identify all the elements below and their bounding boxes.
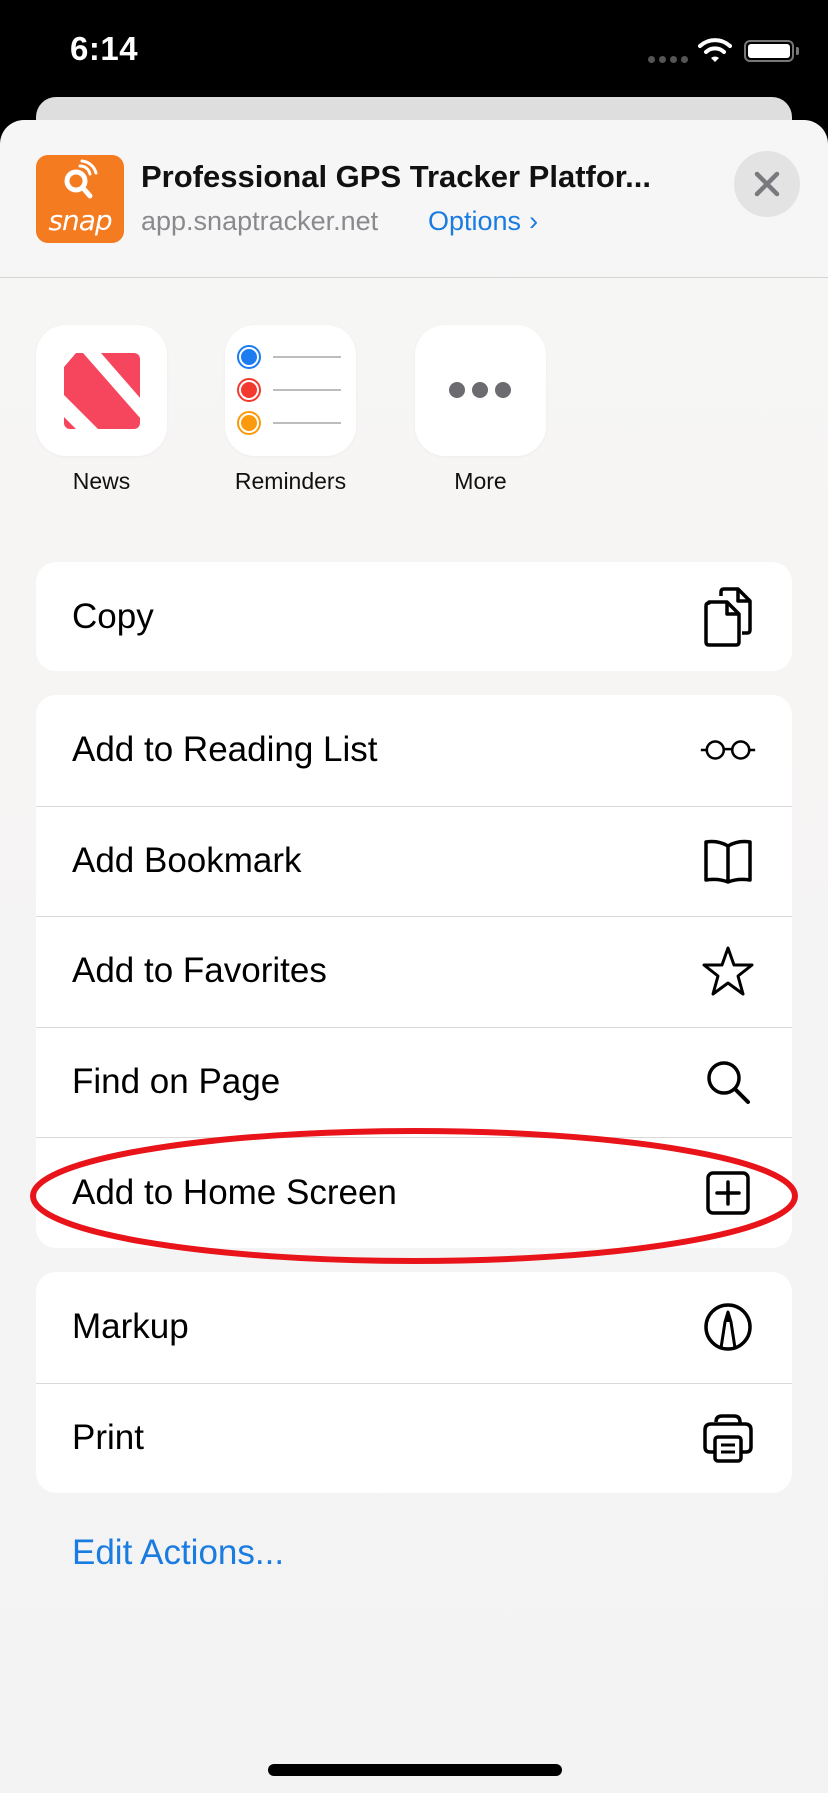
book-icon — [700, 833, 756, 889]
action-copy[interactable]: Copy — [36, 562, 792, 671]
home-indicator[interactable] — [268, 1764, 562, 1776]
cellular-signal-icon — [648, 56, 688, 63]
status-bar: 6:14 — [0, 0, 828, 97]
site-logo: snap — [36, 155, 124, 243]
action-add-to-home-screen[interactable]: Add to Home Screen — [36, 1137, 792, 1248]
action-print[interactable]: Print — [36, 1382, 792, 1494]
action-add-to-favorites[interactable]: Add to Favorites — [36, 916, 792, 1027]
header-divider — [0, 277, 828, 278]
plus-square-icon — [700, 1165, 756, 1221]
close-button[interactable] — [734, 151, 800, 217]
more-icon — [415, 325, 546, 456]
app-news[interactable]: News — [36, 325, 167, 495]
action-find-on-page[interactable]: Find on Page — [36, 1026, 792, 1138]
magnifier-signal-icon — [64, 159, 98, 199]
action-label: Find on Page — [72, 1062, 281, 1102]
action-label: Add to Favorites — [72, 951, 327, 991]
glasses-icon — [700, 722, 756, 778]
page-url: app.snaptracker.net — [141, 206, 379, 236]
action-label: Add to Home Screen — [72, 1172, 397, 1212]
options-button[interactable]: Options › — [428, 206, 538, 237]
wifi-icon — [698, 38, 732, 62]
action-label: Print — [72, 1417, 144, 1457]
markup-icon — [700, 1299, 756, 1355]
action-label: Add to Reading List — [72, 730, 378, 770]
chevron-right-icon: › — [529, 206, 539, 236]
app-label: Reminders — [234, 468, 347, 494]
search-icon — [700, 1054, 756, 1110]
logo-text: snap — [48, 204, 112, 237]
battery-icon — [744, 40, 794, 62]
action-add-bookmark[interactable]: Add Bookmark — [36, 805, 792, 917]
battery-tip — [796, 47, 799, 55]
edit-actions-button[interactable]: Edit Actions... — [72, 1533, 284, 1573]
action-group-2: Add to Reading List Add Bookmark Add to … — [36, 695, 792, 1248]
share-header: snap Professional GPS Tracker Platfor...… — [0, 120, 828, 277]
action-group-1: Copy — [36, 562, 792, 671]
star-icon — [700, 943, 756, 999]
action-add-to-reading-list[interactable]: Add to Reading List — [36, 695, 792, 806]
app-label: More — [454, 468, 507, 494]
share-sheet: snap Professional GPS Tracker Platfor...… — [0, 120, 828, 1793]
action-markup[interactable]: Markup — [36, 1272, 792, 1383]
news-app-icon — [36, 325, 167, 456]
status-time: 6:14 — [70, 30, 139, 67]
app-more[interactable]: More — [415, 325, 546, 495]
action-label: Add Bookmark — [72, 840, 302, 880]
action-label: Copy — [72, 596, 154, 636]
options-label: Options — [428, 206, 522, 236]
printer-icon — [700, 1410, 756, 1466]
app-label: News — [72, 468, 131, 494]
close-icon — [754, 171, 780, 197]
page-title: Professional GPS Tracker Platfor... — [141, 159, 651, 194]
action-group-3: Markup Print — [36, 1272, 792, 1494]
copy-icon — [700, 586, 756, 647]
app-reminders[interactable]: Reminders — [225, 325, 356, 495]
reminders-app-icon — [225, 325, 356, 456]
action-label: Markup — [72, 1307, 189, 1347]
